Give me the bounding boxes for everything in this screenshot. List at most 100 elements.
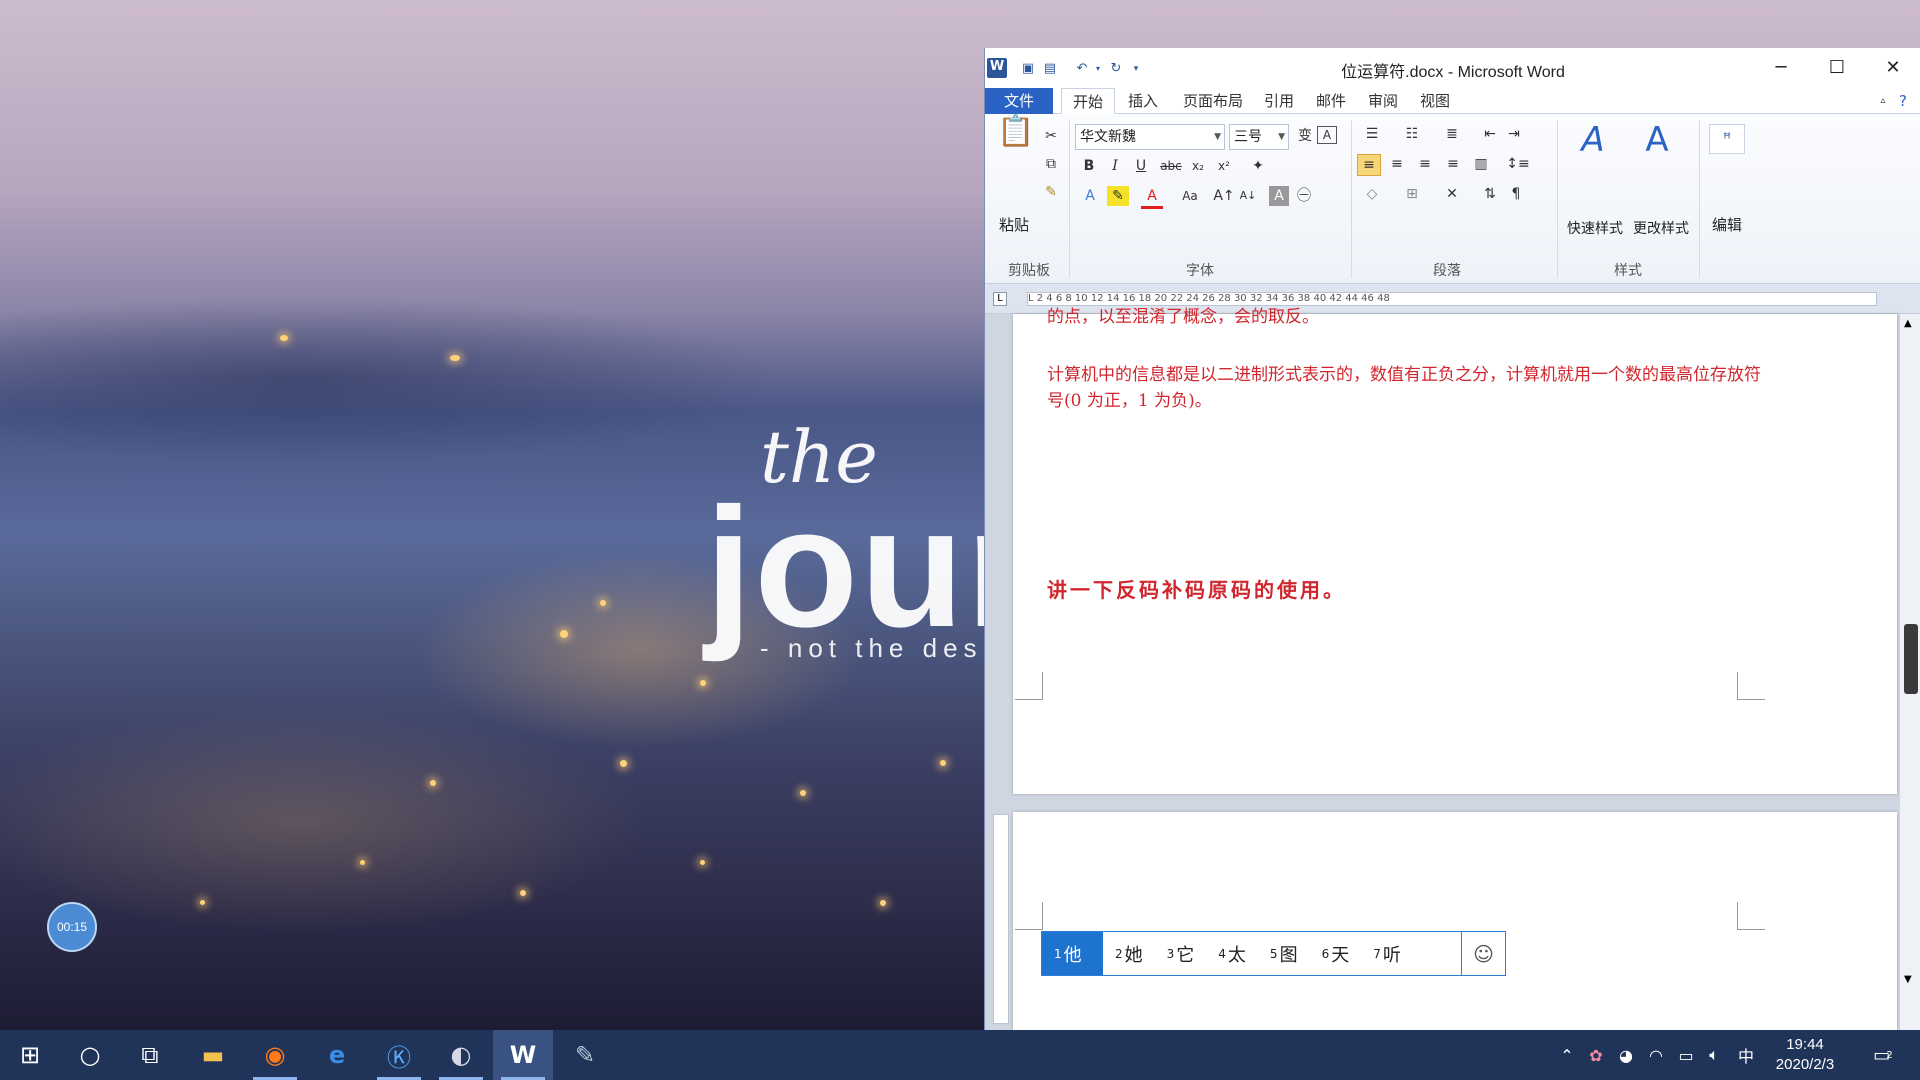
change-styles-icon[interactable]: A: [1637, 120, 1677, 160]
subscript-icon[interactable]: x₂: [1187, 156, 1209, 176]
timer-bubble[interactable]: 00:15: [47, 902, 97, 952]
strikethrough-icon[interactable]: abc: [1159, 156, 1183, 176]
paragraph-heading: 讲一下反码补码原码的使用。: [1047, 578, 1346, 602]
font-color-icon[interactable]: A: [1141, 186, 1163, 209]
styles-group-label: 样式: [1614, 263, 1642, 279]
phonetic-guide-icon[interactable]: 变: [1295, 126, 1315, 146]
align-left-icon[interactable]: ≡: [1357, 154, 1381, 176]
battery-icon[interactable]: ▭: [1674, 1030, 1698, 1080]
margin-corner-mark: [1737, 672, 1765, 700]
page-1[interactable]: 的点，以至混淆了概念，会的取反。 计算机中的信息都是以二进制形式表示的，数值有正…: [1013, 307, 1897, 794]
emoji-icon[interactable]: ☺: [1461, 932, 1505, 975]
align-center-icon[interactable]: ≡: [1385, 154, 1409, 174]
ime-candidate[interactable]: 7听: [1361, 932, 1413, 975]
ime-candidate[interactable]: 5图: [1258, 932, 1310, 975]
scroll-down-icon[interactable]: ▼: [1904, 974, 1912, 985]
qq-icon[interactable]: ◕: [1614, 1030, 1638, 1080]
numbering-icon[interactable]: ☷: [1399, 124, 1425, 144]
eclipse-icon[interactable]: ◐: [431, 1030, 491, 1080]
copy-icon[interactable]: ⧉: [1041, 154, 1061, 174]
task-view-icon[interactable]: ⧉: [120, 1030, 180, 1080]
ime-candidate[interactable]: 4太: [1206, 932, 1258, 975]
highlight-icon[interactable]: ✎: [1107, 186, 1129, 206]
tab-review[interactable]: 审阅: [1361, 88, 1405, 114]
find-icon[interactable]: ꟸ: [1709, 124, 1745, 154]
borders-icon[interactable]: ⊞: [1399, 184, 1425, 204]
tab-mailings[interactable]: 邮件: [1309, 88, 1353, 114]
paint-icon[interactable]: ✎: [555, 1030, 615, 1080]
editing-label[interactable]: 编辑: [1705, 214, 1749, 235]
character-shading-icon[interactable]: A: [1269, 186, 1289, 206]
scroll-thumb[interactable]: [1904, 624, 1918, 694]
word-taskbar-icon[interactable]: W: [493, 1030, 553, 1080]
multilevel-list-icon[interactable]: ≣: [1439, 124, 1465, 144]
ime-candidate[interactable]: 2她: [1103, 932, 1155, 975]
font-size-combo[interactable]: 三号 ▼: [1229, 124, 1289, 150]
notification-center-icon[interactable]: ▭ 2: [1866, 1030, 1900, 1080]
ime-candidate[interactable]: 1他: [1042, 932, 1103, 975]
ime-candidate[interactable]: 3它: [1155, 932, 1207, 975]
shading-icon[interactable]: ◇: [1359, 184, 1385, 204]
k-app-icon[interactable]: Ⓚ: [369, 1030, 429, 1080]
tab-file[interactable]: 文件: [985, 88, 1053, 114]
tab-insert[interactable]: 插入: [1121, 88, 1165, 114]
decrease-indent-icon[interactable]: ⇤: [1479, 124, 1501, 144]
show-hidden-icons[interactable]: ⌃: [1556, 1030, 1578, 1080]
paste-label[interactable]: 粘贴: [993, 214, 1035, 235]
collapse-ribbon-icon[interactable]: ▵: [1873, 88, 1893, 114]
firefox-icon[interactable]: ◉: [245, 1030, 305, 1080]
clock[interactable]: 19:44 2020/2/3: [1760, 1035, 1850, 1075]
help-icon[interactable]: ?: [1893, 88, 1913, 114]
italic-icon[interactable]: I: [1105, 156, 1125, 176]
justify-icon[interactable]: ≡: [1441, 154, 1465, 174]
search-icon[interactable]: ○: [60, 1030, 120, 1080]
ime-indicator[interactable]: 中: [1734, 1030, 1758, 1080]
text-effects-icon[interactable]: A: [1079, 186, 1101, 206]
bullets-icon[interactable]: ☰: [1359, 124, 1385, 144]
document-area[interactable]: 的点，以至混淆了概念，会的取反。 计算机中的信息都是以二进制形式表示的，数值有正…: [985, 307, 1920, 1030]
shrink-font-icon[interactable]: A↓: [1237, 186, 1259, 206]
tab-page-layout[interactable]: 页面布局: [1175, 88, 1251, 114]
quick-styles-icon[interactable]: A: [1573, 120, 1613, 160]
ime-candidate[interactable]: 6天: [1310, 932, 1362, 975]
format-painter-icon[interactable]: ✎: [1041, 182, 1061, 202]
bold-icon[interactable]: B: [1079, 156, 1099, 176]
page-2[interactable]: t: [1013, 812, 1897, 1030]
line-spacing-icon[interactable]: ↕≡: [1505, 154, 1531, 174]
clear-formatting-icon[interactable]: ✦: [1247, 156, 1269, 176]
show-marks-icon[interactable]: ¶: [1505, 184, 1527, 204]
cut-icon[interactable]: ✂: [1041, 126, 1061, 146]
wifi-icon[interactable]: ◠: [1644, 1030, 1668, 1080]
increase-indent-icon[interactable]: ⇥: [1503, 124, 1525, 144]
paste-icon[interactable]: 📋: [997, 117, 1034, 162]
quick-styles-label[interactable]: 快速样式: [1563, 218, 1627, 238]
maximize-button[interactable]: ☐: [1809, 48, 1865, 88]
paragraph-group-label: 段落: [1433, 263, 1461, 279]
tray-app-icon[interactable]: ✿: [1584, 1030, 1608, 1080]
volume-icon[interactable]: 🔈︎: [1702, 1030, 1726, 1080]
tab-references[interactable]: 引用: [1257, 88, 1301, 114]
font-name-combo[interactable]: 华文新魏 ▼: [1075, 124, 1225, 150]
tab-home[interactable]: 开始: [1061, 88, 1115, 114]
chinese-layout-icon[interactable]: ✕: [1439, 184, 1465, 204]
edge-icon[interactable]: e: [307, 1030, 367, 1080]
tab-selector-icon[interactable]: L: [993, 292, 1007, 306]
ime-candidate-bar[interactable]: 1他 2她 3它 4太 5图 6天 7听 ☺: [1041, 931, 1506, 976]
file-explorer-icon[interactable]: ▬: [183, 1030, 243, 1080]
enclose-characters-icon[interactable]: ㊀: [1293, 186, 1315, 206]
change-case-icon[interactable]: Aa: [1177, 186, 1203, 206]
character-border-icon[interactable]: A: [1317, 126, 1337, 144]
close-button[interactable]: ✕: [1865, 48, 1920, 88]
change-styles-label[interactable]: 更改样式: [1629, 218, 1693, 238]
grow-font-icon[interactable]: A↑: [1213, 186, 1235, 206]
superscript-icon[interactable]: x²: [1213, 156, 1235, 176]
vertical-scrollbar[interactable]: ▲ ▼: [1900, 314, 1920, 1030]
distributed-icon[interactable]: ▥: [1469, 154, 1493, 174]
tab-view[interactable]: 视图: [1413, 88, 1457, 114]
start-button[interactable]: ⊞: [0, 1030, 60, 1080]
align-right-icon[interactable]: ≡: [1413, 154, 1437, 174]
scroll-up-icon[interactable]: ▲: [1904, 318, 1912, 329]
minimize-button[interactable]: ─: [1753, 48, 1809, 88]
sort-icon[interactable]: ⇅: [1479, 184, 1501, 204]
underline-icon[interactable]: U: [1131, 156, 1151, 176]
